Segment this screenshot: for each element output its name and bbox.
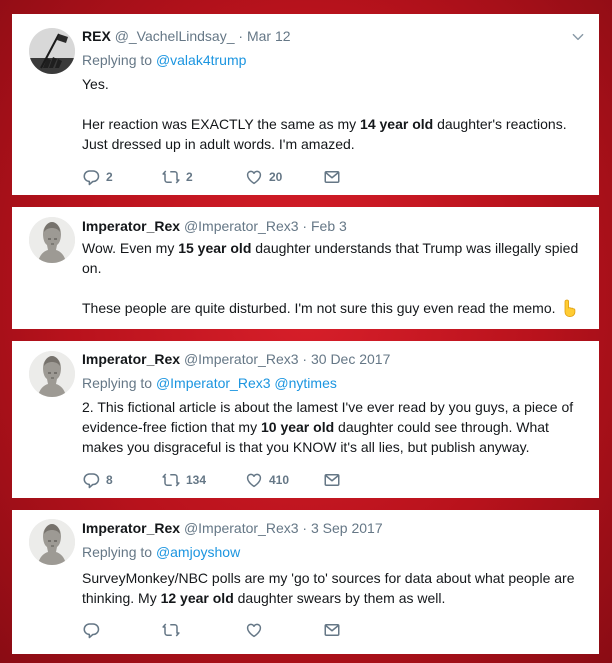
retweet-button[interactable] [162, 620, 180, 640]
reply-mention-link[interactable]: @Imperator_Rex3 @nytimes [156, 375, 337, 391]
separator-dot: · [302, 351, 308, 367]
tweet-card[interactable]: Imperator_Rex @Imperator_Rex3 · 30 Dec 2… [12, 341, 599, 498]
tweet-date[interactable]: 30 Dec 2017 [311, 351, 390, 367]
replying-prefix: Replying to [82, 544, 156, 560]
retweet-button[interactable]: 2 [162, 167, 193, 187]
tweet-date[interactable]: Feb 3 [311, 218, 347, 234]
bold-text: 15 year old [178, 240, 252, 256]
display-name[interactable]: REX [82, 28, 111, 44]
separator-dot: · [302, 218, 308, 234]
reply-button[interactable]: 2 [82, 167, 113, 187]
tweet-line: Her reaction was EXACTLY the same as my … [82, 114, 583, 134]
display-name[interactable]: Imperator_Rex [82, 351, 180, 367]
tweet-card[interactable]: Imperator_Rex @Imperator_Rex3 · 3 Sep 20… [12, 510, 599, 654]
replying-prefix: Replying to [82, 52, 156, 68]
like-button[interactable]: 20 [245, 167, 282, 187]
retweet-icon [162, 471, 180, 489]
reply-count: 8 [106, 473, 113, 487]
display-name[interactable]: Imperator_Rex [82, 218, 180, 234]
dm-icon [323, 168, 341, 186]
tweet-date[interactable]: Mar 12 [247, 28, 291, 44]
retweet-count: 2 [186, 170, 193, 184]
reply-icon [82, 168, 100, 186]
tweet-line: 2. This fictional article is about the l… [82, 397, 587, 457]
iwo-jima-flag-icon [29, 28, 75, 74]
dm-button[interactable] [323, 620, 341, 640]
user-handle[interactable]: @Imperator_Rex3 [184, 351, 299, 367]
retweet-count: 134 [186, 473, 207, 487]
tweet-text: Yes. Her reaction was EXACTLY the same a… [82, 74, 583, 154]
tweet-card[interactable]: Imperator_Rex @Imperator_Rex3 · Feb 3 Wo… [12, 207, 599, 329]
reply-mention-link[interactable]: @amjoyshow [156, 544, 240, 560]
bold-text: 10 year old [260, 419, 335, 435]
point-down-emoji [564, 299, 575, 317]
avatar[interactable] [29, 217, 75, 263]
retweet-icon [162, 621, 180, 639]
caret-down-icon[interactable] [571, 30, 585, 44]
reply-mention-link[interactable]: @valak4trump [156, 52, 246, 68]
tweet-card[interactable]: REX @_VachelLindsay_ · Mar 12 Replying t… [12, 14, 599, 195]
user-handle[interactable]: @Imperator_Rex3 [184, 520, 299, 536]
reply-count: 2 [106, 170, 113, 184]
replying-to: Replying to @amjoyshow [82, 542, 240, 562]
tweet-line: Wow. Even my 15 year old daughter unders… [82, 238, 583, 278]
avatar[interactable] [29, 519, 75, 565]
text-span: daughter swears by them as well. [233, 590, 446, 606]
dm-button[interactable] [323, 167, 341, 187]
user-handle[interactable]: @_VachelLindsay_ [115, 28, 235, 44]
replying-to: Replying to @Imperator_Rex3 @nytimes [82, 373, 337, 393]
retweet-icon [162, 168, 180, 186]
text-span: Wow. Even my [82, 240, 179, 256]
replying-to: Replying to @valak4trump [82, 50, 246, 70]
like-count: 20 [269, 170, 283, 184]
tweet-header: Imperator_Rex @Imperator_Rex3 · Feb 3 [82, 216, 559, 236]
reply-button[interactable]: 8 [82, 470, 113, 490]
tweet-line: Just dressed up in adult words. I'm amaz… [82, 136, 355, 152]
like-icon [245, 621, 263, 639]
tweet-text: 2. This fictional article is about the l… [82, 397, 587, 457]
bold-text: 12 year old [160, 590, 234, 606]
dm-icon [323, 621, 341, 639]
dm-button[interactable] [323, 470, 341, 490]
display-name[interactable]: Imperator_Rex [82, 520, 180, 536]
bold-text: 14 year old [360, 116, 434, 132]
roman-bust-icon [29, 519, 75, 565]
reply-icon [82, 621, 100, 639]
avatar[interactable] [29, 28, 75, 74]
tweet-date[interactable]: 3 Sep 2017 [311, 520, 383, 536]
reply-icon [82, 471, 100, 489]
tweet-header: Imperator_Rex @Imperator_Rex3 · 3 Sep 20… [82, 518, 559, 538]
separator-dot: · [302, 520, 308, 536]
tweet-text: SurveyMonkey/NBC polls are my 'go to' so… [82, 568, 587, 608]
text-span: Her reaction was EXACTLY the same as my [82, 116, 361, 132]
avatar[interactable] [29, 351, 75, 397]
replying-prefix: Replying to [82, 375, 156, 391]
text-span: daughter's reactions. [433, 116, 567, 132]
tweet-header: REX @_VachelLindsay_ · Mar 12 [82, 26, 559, 46]
retweet-button[interactable]: 134 [162, 470, 206, 490]
like-button[interactable]: 410 [245, 470, 289, 490]
text-span: These people are quite disturbed. I'm no… [82, 300, 556, 316]
tweet-header: Imperator_Rex @Imperator_Rex3 · 30 Dec 2… [82, 349, 559, 369]
reply-button[interactable] [82, 620, 100, 640]
like-button[interactable] [245, 620, 263, 640]
like-count: 410 [269, 473, 290, 487]
tweet-line: Yes. [82, 76, 109, 92]
separator-dot: · [238, 28, 244, 44]
roman-bust-icon [29, 351, 75, 397]
dm-icon [323, 471, 341, 489]
like-icon [245, 471, 263, 489]
roman-bust-icon [29, 217, 75, 263]
tweet-line: These people are quite disturbed. I'm no… [82, 298, 583, 318]
user-handle[interactable]: @Imperator_Rex3 [184, 218, 299, 234]
like-icon [245, 168, 263, 186]
tweet-text: Wow. Even my 15 year old daughter unders… [82, 238, 583, 318]
tweet-line: SurveyMonkey/NBC polls are my 'go to' so… [82, 568, 587, 608]
